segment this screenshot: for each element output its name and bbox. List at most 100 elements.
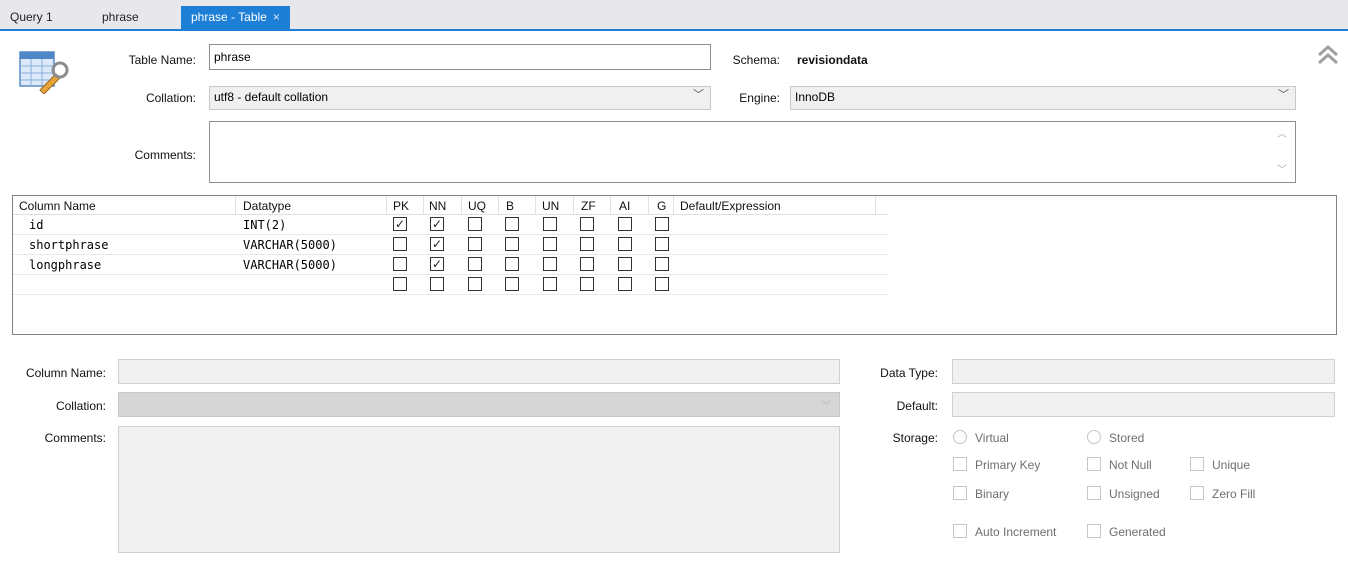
tab-query-1[interactable]: Query 1 — [0, 7, 63, 29]
ai-checkbox[interactable] — [618, 257, 632, 271]
header-uq[interactable]: UQ — [468, 199, 486, 213]
column-name-cell[interactable]: longphrase — [29, 258, 101, 272]
pk-checkbox[interactable] — [393, 257, 407, 271]
header-un[interactable]: UN — [542, 199, 559, 213]
header-datatype[interactable]: Datatype — [243, 199, 291, 213]
uq-checkbox[interactable] — [468, 277, 482, 291]
g-checkbox[interactable] — [655, 237, 669, 251]
comments-textarea[interactable]: ︿ ﹀ — [209, 121, 1296, 183]
uq-checkbox[interactable] — [468, 217, 482, 231]
collation-value: utf8 - default collation — [214, 90, 329, 104]
data-type-label: Data Type: — [880, 366, 938, 380]
binary-checkbox[interactable] — [953, 486, 967, 500]
column-name-cell[interactable]: shortphrase — [29, 238, 108, 252]
detail-collation-select[interactable]: ﹀ — [118, 392, 840, 417]
zero-fill-label: Zero Fill — [1212, 487, 1256, 501]
table-row[interactable]: id INT(2) ✓ ✓ — [13, 215, 888, 235]
g-checkbox[interactable] — [655, 277, 669, 291]
detail-comments-label: Comments: — [44, 431, 106, 445]
data-type-input[interactable] — [952, 359, 1335, 384]
un-checkbox[interactable] — [543, 257, 557, 271]
nn-checkbox[interactable] — [430, 277, 444, 291]
header-b[interactable]: B — [506, 199, 514, 213]
table-row[interactable]: shortphrase VARCHAR(5000) ✓ — [13, 235, 888, 255]
g-checkbox[interactable] — [655, 257, 669, 271]
header-zf[interactable]: ZF — [581, 199, 596, 213]
g-checkbox[interactable] — [655, 217, 669, 231]
ai-checkbox[interactable] — [618, 277, 632, 291]
tab-phrase[interactable]: phrase — [92, 7, 149, 29]
header-pk[interactable]: PK — [393, 199, 409, 213]
ai-checkbox[interactable] — [618, 217, 632, 231]
close-icon[interactable]: × — [273, 10, 280, 24]
zero-fill-checkbox[interactable] — [1190, 486, 1204, 500]
detail-comments-textarea[interactable] — [118, 426, 840, 553]
nn-checkbox[interactable]: ✓ — [430, 257, 444, 271]
tab-label: Query 1 — [10, 10, 53, 24]
scroll-down-icon[interactable]: ﹀ — [1277, 164, 1287, 178]
b-checkbox[interactable] — [505, 257, 519, 271]
table-row[interactable]: longphrase VARCHAR(5000) ✓ — [13, 255, 888, 275]
table-name-label: Table Name: — [128, 53, 196, 67]
uq-checkbox[interactable] — [468, 257, 482, 271]
nn-checkbox[interactable]: ✓ — [430, 217, 444, 231]
tab-bar: Query 1 phrase phrase - Table × — [0, 0, 1348, 31]
collation-select[interactable]: utf8 - default collation ﹀ — [209, 86, 711, 110]
columns-grid[interactable]: Column Name Datatype PK NN UQ B UN ZF AI… — [12, 195, 1337, 335]
generated-label: Generated — [1109, 525, 1166, 539]
zf-checkbox[interactable] — [580, 237, 594, 251]
zf-checkbox[interactable] — [580, 277, 594, 291]
generated-checkbox[interactable] — [1087, 524, 1101, 538]
zf-checkbox[interactable] — [580, 257, 594, 271]
pk-checkbox[interactable] — [393, 277, 407, 291]
uq-checkbox[interactable] — [468, 237, 482, 251]
b-checkbox[interactable] — [505, 217, 519, 231]
column-name-input[interactable] — [118, 359, 840, 384]
virtual-radio[interactable] — [953, 430, 967, 444]
datatype-cell[interactable]: VARCHAR(5000) — [243, 238, 337, 252]
b-checkbox[interactable] — [505, 277, 519, 291]
engine-label: Engine: — [739, 91, 780, 105]
auto-increment-label: Auto Increment — [975, 525, 1057, 539]
un-checkbox[interactable] — [543, 217, 557, 231]
table-row[interactable] — [13, 275, 888, 295]
zf-checkbox[interactable] — [580, 217, 594, 231]
unique-label: Unique — [1212, 458, 1251, 472]
ai-checkbox[interactable] — [618, 237, 632, 251]
pk-checkbox[interactable] — [393, 237, 407, 251]
header-g[interactable]: G — [657, 199, 666, 213]
header-ai[interactable]: AI — [619, 199, 630, 213]
unique-checkbox[interactable] — [1190, 457, 1204, 471]
header-column-name[interactable]: Column Name — [19, 199, 96, 213]
stored-radio[interactable] — [1087, 430, 1101, 444]
default-input[interactable] — [952, 392, 1335, 417]
scroll-up-icon[interactable]: ︿ — [1277, 128, 1287, 142]
detail-collation-label: Collation: — [55, 399, 106, 413]
nn-checkbox[interactable]: ✓ — [430, 237, 444, 251]
auto-increment-checkbox[interactable] — [953, 524, 967, 538]
datatype-cell[interactable]: INT(2) — [243, 218, 286, 232]
tab-phrase-table[interactable]: phrase - Table × — [181, 6, 290, 30]
datatype-cell[interactable]: VARCHAR(5000) — [243, 258, 337, 272]
schema-value: revisiondata — [797, 53, 868, 67]
engine-select[interactable]: InnoDB ﹀ — [790, 86, 1296, 110]
un-checkbox[interactable] — [543, 237, 557, 251]
un-checkbox[interactable] — [543, 277, 557, 291]
header-nn[interactable]: NN — [429, 199, 446, 213]
primary-key-checkbox[interactable] — [953, 457, 967, 471]
column-name-label: Column Name: — [25, 366, 106, 380]
stored-label: Stored — [1109, 431, 1145, 445]
table-name-input[interactable]: phrase — [209, 44, 711, 70]
not-null-checkbox[interactable] — [1087, 457, 1101, 471]
header-default-expression[interactable]: Default/Expression — [680, 199, 781, 213]
unsigned-checkbox[interactable] — [1087, 486, 1101, 500]
collation-label: Collation: — [145, 91, 196, 105]
double-chevron-up-icon[interactable] — [1316, 44, 1340, 66]
b-checkbox[interactable] — [505, 237, 519, 251]
binary-label: Binary — [975, 487, 1010, 501]
column-name-cell[interactable]: id — [29, 218, 43, 232]
tab-label: phrase — [102, 10, 139, 24]
primary-key-label: Primary Key — [975, 458, 1041, 472]
pk-checkbox[interactable]: ✓ — [393, 217, 407, 231]
engine-value: InnoDB — [795, 90, 836, 104]
